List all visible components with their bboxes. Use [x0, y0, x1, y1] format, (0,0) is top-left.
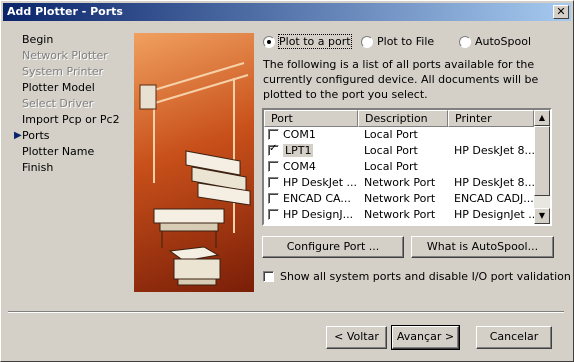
option-plot-to-file[interactable]: Plot to File [361, 35, 434, 48]
scroll-up-icon[interactable]: ▲ [534, 110, 550, 126]
column-printer[interactable]: Printer [448, 110, 534, 127]
ports-description: The following is a list of all ports ava… [263, 58, 539, 101]
step-ports-row: ▶ Ports [14, 128, 120, 144]
plot-to-file-radio[interactable] [361, 35, 373, 48]
port-name: ENCAD CA... [283, 191, 351, 205]
plot-to-port-label[interactable]: Plot to a port [278, 34, 352, 49]
port-printer: HP DesignJet ... [454, 207, 534, 221]
step-plotter-name: Plotter Name [22, 145, 95, 158]
current-step-arrow-icon: ▶ [14, 130, 22, 141]
autospool-label[interactable]: AutoSpool [475, 35, 531, 48]
title-bar[interactable]: Add Plotter - Ports ✕ [3, 3, 571, 21]
port-printer: ENCAD CADJ... [454, 191, 534, 205]
next-button[interactable]: Avançar > [391, 325, 460, 350]
port-description: Local Port [364, 159, 418, 173]
show-all-ports-checkbox[interactable] [263, 271, 274, 282]
window-title: Add Plotter - Ports [7, 5, 123, 18]
what-is-autospool-button[interactable]: What is AutoSpool... [411, 236, 554, 258]
close-button[interactable]: ✕ [553, 5, 569, 19]
show-all-ports-label[interactable]: Show all system ports and disable I/O po… [280, 270, 571, 283]
column-port[interactable]: Port [264, 110, 358, 127]
port-checkbox[interactable] [268, 128, 279, 140]
autospool-radio[interactable] [459, 35, 471, 48]
port-description: Local Port [364, 143, 418, 157]
step-begin: Begin [22, 33, 54, 46]
port-printer: HP DeskJet 8... [454, 143, 534, 157]
step-network-plotter: Network Plotter [22, 49, 108, 62]
port-name: COM4 [283, 159, 316, 173]
ports-list[interactable]: Port Description Printer COM1 Local Port… [262, 108, 552, 226]
port-description: Network Port [364, 191, 436, 205]
step-plotter-model: Plotter Model [22, 81, 95, 94]
back-button[interactable]: < Voltar [326, 326, 387, 349]
port-name: LPT1 [283, 143, 314, 157]
port-description: Network Port [364, 175, 436, 189]
port-description: Network Port [364, 207, 436, 221]
plot-to-file-label[interactable]: Plot to File [377, 35, 434, 48]
port-row-hp-deskjet[interactable]: HP DeskJet ... Network Port HP DeskJet 8… [264, 174, 534, 190]
plot-to-port-radio[interactable] [263, 35, 275, 48]
scroll-down-icon[interactable]: ▼ [534, 208, 550, 224]
port-row-hp-designjet[interactable]: HP DesignJ... Network Port HP DesignJet … [264, 206, 534, 222]
port-checkbox[interactable] [268, 176, 279, 188]
port-row-com4[interactable]: COM4 Local Port [264, 158, 534, 174]
plotter-illustration-graphic [139, 62, 251, 286]
step-import-pcp: Import Pcp or Pc2 [22, 113, 120, 126]
port-row-encad[interactable]: ENCAD CA... Network Port ENCAD CADJ... [264, 190, 534, 206]
option-autospool[interactable]: AutoSpool [459, 35, 531, 48]
port-printer: HP DeskJet 8... [454, 175, 534, 189]
step-ports: Ports [22, 129, 50, 142]
configure-port-button[interactable]: Configure Port ... [262, 236, 404, 258]
port-checkbox[interactable] [268, 192, 279, 204]
column-description[interactable]: Description [358, 110, 448, 127]
ports-list-header: Port Description Printer [264, 110, 534, 127]
step-finish: Finish [22, 161, 54, 174]
port-checkbox[interactable] [268, 144, 279, 156]
wizard-steps: Begin Network Plotter System Printer Plo… [14, 32, 120, 176]
port-name: COM1 [283, 127, 316, 141]
show-all-ports-option[interactable]: Show all system ports and disable I/O po… [263, 270, 571, 283]
ports-list-scrollbar[interactable]: ▲ ▼ [534, 110, 550, 224]
step-system-printer: System Printer [22, 65, 104, 78]
port-row-com1[interactable]: COM1 Local Port [264, 126, 534, 142]
option-plot-to-port[interactable]: Plot to a port [263, 34, 352, 49]
plotter-illustration [134, 33, 254, 292]
port-name: HP DeskJet ... [283, 175, 358, 189]
scroll-thumb[interactable] [534, 126, 550, 196]
step-select-driver: Select Driver [22, 97, 94, 110]
cancel-button[interactable]: Cancelar [476, 326, 552, 349]
port-row-lpt1[interactable]: LPT1 Local Port HP DeskJet 8... [264, 142, 534, 158]
port-description: Local Port [364, 127, 418, 141]
footer-separator [8, 311, 564, 313]
port-checkbox[interactable] [268, 208, 279, 220]
port-checkbox[interactable] [268, 160, 279, 172]
port-name: HP DesignJ... [283, 207, 354, 221]
